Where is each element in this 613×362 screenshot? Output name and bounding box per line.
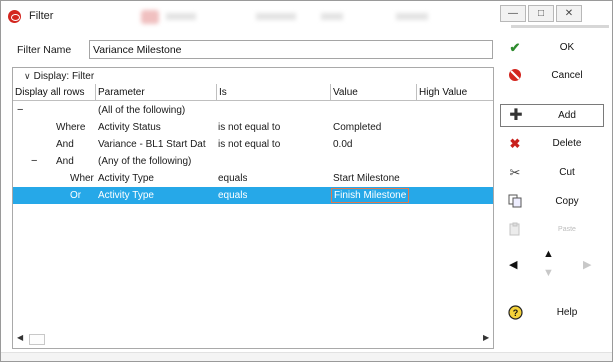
- window-title: Filter: [29, 10, 54, 22]
- grid-header: Display all rows Parameter Is Value High…: [13, 84, 493, 101]
- parameter-cell: Activity Type: [98, 190, 154, 201]
- maximize-button[interactable]: □: [528, 5, 554, 22]
- filter-name-input[interactable]: [89, 40, 493, 59]
- display-filter-label: Display: Filter: [33, 71, 95, 82]
- move-up-icon[interactable]: ▲: [543, 248, 554, 260]
- move-down-icon[interactable]: ▼: [543, 267, 554, 279]
- blurred-background-text: [166, 13, 196, 20]
- svg-text:?: ?: [512, 308, 518, 318]
- is-cell: equals: [218, 190, 248, 201]
- blurred-background-text: [321, 13, 343, 20]
- parameter-cell: (All of the following): [98, 105, 186, 116]
- collapse-icon[interactable]: −: [31, 153, 37, 170]
- title-bar-strip: [511, 25, 609, 28]
- value-cell: 0.0d: [333, 139, 353, 150]
- parameter-cell: Activity Status: [98, 122, 161, 133]
- move-left-icon[interactable]: ◀: [509, 258, 517, 271]
- table-row-selected[interactable]: Or Activity Type equals Finish Milestone: [13, 187, 493, 204]
- copy-icon: [507, 194, 523, 210]
- title-bar: Filter — □ ✕: [1, 1, 612, 31]
- oracle-app-icon: [8, 10, 21, 23]
- paste-icon: [507, 222, 523, 238]
- value-cell-editing[interactable]: Finish Milestone: [331, 187, 410, 204]
- table-row[interactable]: − (All of the following): [13, 102, 493, 119]
- x-delete-icon: ✖: [509, 136, 521, 151]
- ok-button[interactable]: ✔ OK: [500, 37, 604, 60]
- horizontal-scrollbar[interactable]: ◀ ▶: [13, 330, 493, 348]
- connector-cell: And: [56, 156, 74, 167]
- cut-button[interactable]: ✂ Cut: [500, 162, 604, 185]
- display-filter-toggle[interactable]: ∨ Display: Filter: [13, 68, 493, 84]
- connector-cell: Where: [56, 122, 86, 133]
- copy-button[interactable]: Copy: [500, 191, 604, 214]
- blurred-background-text: [396, 13, 428, 20]
- add-button[interactable]: ✚ Add: [500, 104, 604, 127]
- connector-cell: And: [56, 139, 74, 150]
- scroll-thumb[interactable]: [29, 334, 45, 345]
- check-icon: ✔: [509, 40, 521, 55]
- delete-button[interactable]: ✖ Delete: [500, 133, 604, 156]
- collapse-icon[interactable]: −: [17, 102, 23, 119]
- connector-cell: Wher: [70, 173, 94, 184]
- help-button[interactable]: ? Help: [500, 302, 604, 325]
- filter-name-label: Filter Name: [17, 44, 72, 56]
- is-cell: is not equal to: [218, 122, 281, 133]
- cancel-button[interactable]: Cancel: [500, 65, 604, 88]
- parameter-cell: Activity Type: [98, 173, 154, 184]
- value-cell: Start Milestone: [333, 173, 400, 184]
- column-header-parameter[interactable]: Parameter: [96, 84, 217, 101]
- chevron-down-icon: ∨: [24, 71, 31, 81]
- filter-grid[interactable]: ∨ Display: Filter Display all rows Parame…: [12, 67, 494, 349]
- table-row[interactable]: Where Activity Status is not equal to Co…: [13, 119, 493, 136]
- move-arrows: ◀ ▲ ▼ ▶: [500, 245, 604, 285]
- move-right-icon[interactable]: ▶: [583, 258, 591, 271]
- minimize-button[interactable]: —: [500, 5, 526, 22]
- plus-icon: ✚: [509, 107, 523, 124]
- parameter-cell: (Any of the following): [98, 156, 192, 167]
- no-entry-icon: [507, 68, 523, 84]
- table-row[interactable]: − And (Any of the following): [13, 153, 493, 170]
- parameter-cell: Variance - BL1 Start Dat: [98, 139, 206, 150]
- scissors-icon: ✂: [509, 165, 521, 180]
- table-row[interactable]: And Variance - BL1 Start Dat is not equa…: [13, 136, 493, 153]
- scroll-left-icon[interactable]: ◀: [17, 333, 23, 342]
- value-cell: Completed: [333, 122, 382, 133]
- connector-cell: Or: [70, 190, 82, 201]
- filter-dialog: Filter — □ ✕ Filter Name ∨Display: Filte…: [0, 0, 613, 362]
- column-header-is[interactable]: Is: [217, 84, 331, 101]
- paste-button[interactable]: Paste: [500, 219, 604, 242]
- blurred-background-icon: [141, 10, 159, 24]
- column-header-high-value[interactable]: High Value: [417, 84, 493, 101]
- is-cell: equals: [218, 173, 248, 184]
- value-editor[interactable]: Finish Milestone: [331, 188, 410, 203]
- blurred-background-text: [256, 13, 296, 20]
- is-cell: is not equal to: [218, 139, 281, 150]
- close-button[interactable]: ✕: [556, 5, 582, 22]
- column-header-value[interactable]: Value: [331, 84, 417, 101]
- status-bar: [1, 352, 612, 361]
- column-header-display-all-rows[interactable]: Display all rows: [13, 84, 96, 101]
- scroll-right-icon[interactable]: ▶: [483, 333, 489, 342]
- help-icon: ?: [507, 305, 523, 321]
- table-row[interactable]: Wher Activity Type equals Start Mileston…: [13, 170, 493, 187]
